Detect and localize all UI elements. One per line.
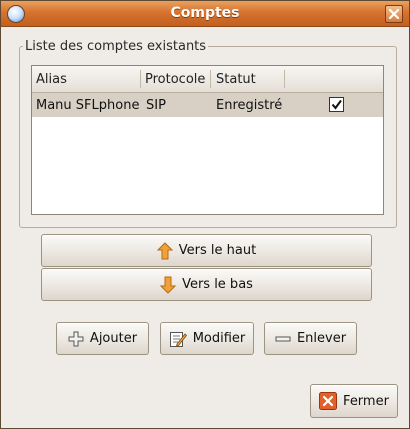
account-alias: Manu SFLphone: [36, 98, 140, 113]
accounts-table[interactable]: Alias Protocole Statut Manu SFLphone SIP…: [31, 65, 384, 215]
accounts-window: Comptes Liste des comptes existants Alia…: [0, 0, 410, 429]
minus-icon: [275, 331, 291, 347]
account-enabled-checkbox[interactable]: [329, 97, 344, 112]
table-row[interactable]: Manu SFLphone SIP Enregistré: [32, 93, 383, 117]
account-status: Enregistré: [216, 98, 283, 113]
column-header-status[interactable]: Statut: [216, 72, 256, 87]
close-button[interactable]: Fermer: [310, 384, 398, 418]
accounts-frame-label: Liste des comptes existants: [23, 39, 209, 54]
window-close-button[interactable]: [385, 5, 403, 23]
add-label: Ajouter: [89, 331, 138, 346]
edit-icon: [169, 330, 187, 348]
close-label: Fermer: [343, 393, 389, 409]
arrow-up-icon: [156, 241, 173, 260]
column-separator: [284, 70, 285, 88]
close-icon: [388, 8, 400, 20]
column-header-alias[interactable]: Alias: [36, 72, 67, 87]
column-separator: [210, 70, 211, 88]
title-bar: Comptes: [1, 1, 409, 27]
remove-button[interactable]: Enlever: [264, 322, 357, 355]
column-separator: [140, 70, 141, 88]
table-header: Alias Protocole Statut: [32, 66, 383, 93]
arrow-down-icon: [159, 276, 177, 294]
add-button[interactable]: Ajouter: [56, 322, 149, 355]
move-down-button[interactable]: Vers le bas: [41, 268, 372, 301]
account-protocol: SIP: [146, 98, 166, 113]
remove-label: Enlever: [296, 331, 347, 346]
checkmark-icon: [331, 99, 342, 110]
move-up-button[interactable]: Vers le haut: [41, 234, 372, 267]
window-title: Comptes: [170, 5, 240, 21]
column-header-protocol[interactable]: Protocole: [145, 72, 205, 87]
close-icon: [319, 392, 338, 410]
plus-icon: [68, 331, 84, 347]
edit-label: Modifier: [192, 331, 246, 346]
move-down-label: Vers le bas: [182, 277, 253, 292]
edit-button[interactable]: Modifier: [160, 322, 254, 355]
move-up-label: Vers le haut: [178, 243, 257, 258]
